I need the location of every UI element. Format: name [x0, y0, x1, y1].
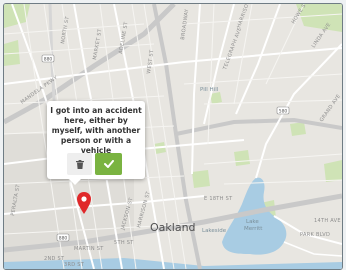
- svg-text:14TH AVE: 14TH AVE: [314, 218, 341, 224]
- marker-popup: I got into an accident here, either by m…: [47, 101, 145, 185]
- delete-button[interactable]: [67, 153, 92, 175]
- highway-shield-icon: 880: [56, 233, 70, 242]
- svg-text:E 18TH ST: E 18TH ST: [204, 196, 233, 202]
- svg-text:PARK BLVD: PARK BLVD: [300, 232, 330, 238]
- bottom-bar: [0, 270, 346, 277]
- city-label: Oakland: [150, 221, 196, 234]
- svg-text:3RD ST: 3RD ST: [64, 262, 85, 268]
- svg-text:MARTIN ST: MARTIN ST: [74, 246, 104, 252]
- popup-message: I got into an accident here, either by m…: [50, 106, 142, 155]
- highway-shield-icon: 580: [276, 106, 290, 115]
- svg-text:880: 880: [59, 236, 68, 242]
- svg-text:880: 880: [44, 57, 53, 63]
- map-pin-icon[interactable]: [77, 192, 91, 214]
- svg-text:2ND ST: 2ND ST: [44, 256, 65, 262]
- trash-icon: [75, 159, 84, 169]
- svg-text:Pill Hill: Pill Hill: [200, 87, 219, 93]
- confirm-button[interactable]: [95, 153, 122, 175]
- svg-text:Lakeside: Lakeside: [202, 228, 227, 234]
- highway-shield-icon: 880: [41, 54, 55, 63]
- svg-text:5TH ST: 5TH ST: [114, 240, 134, 246]
- map-widget: 880 580 880 ADELINE ST MARKET ST NORTH S…: [0, 0, 346, 277]
- checkmark-icon: [103, 160, 114, 168]
- svg-text:Lake: Lake: [246, 219, 259, 225]
- svg-text:Merritt: Merritt: [244, 226, 263, 232]
- svg-text:580: 580: [279, 109, 288, 115]
